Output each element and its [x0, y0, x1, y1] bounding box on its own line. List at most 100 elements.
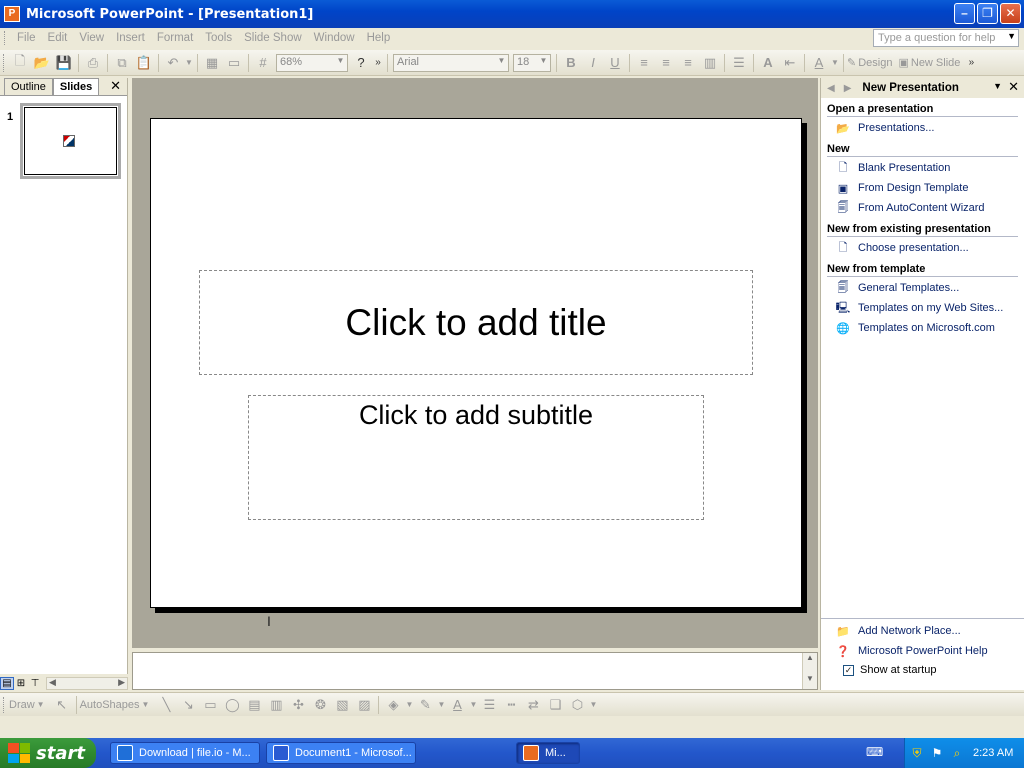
menu-format[interactable]: Format — [151, 32, 199, 44]
oval-icon[interactable]: ◯ — [221, 695, 243, 715]
open-folder-icon[interactable]: 📂 — [31, 52, 53, 74]
fill-color-icon[interactable]: ◈ — [382, 695, 404, 715]
slide-show-view-icon[interactable]: ⊤ — [28, 677, 42, 690]
draw-menu-button[interactable]: Draw ▼ — [9, 699, 45, 711]
taskbar-button-word[interactable]: Document1 - Microsof... — [266, 742, 416, 764]
toolbar-grip[interactable] — [3, 53, 6, 72]
powerpoint-app-icon[interactable]: P — [4, 6, 20, 22]
undo-dropdown-icon[interactable]: ▼ — [184, 52, 194, 74]
show-at-startup-checkbox[interactable]: ✓ Show at startup — [843, 661, 1024, 679]
menu-slide-show[interactable]: Slide Show — [238, 32, 308, 44]
help-dropdown-icon[interactable]: ▼ — [1007, 31, 1016, 41]
title-placeholder[interactable]: Click to add title — [199, 270, 753, 375]
3d-style-icon[interactable]: ⬡ — [566, 695, 588, 715]
wordart-icon[interactable]: ▥ — [265, 695, 287, 715]
underline-icon[interactable]: U — [604, 52, 626, 74]
restore-button[interactable]: ❐ — [977, 3, 998, 24]
search-icon[interactable]: ⌕ — [949, 745, 965, 761]
font-size-combo[interactable]: 18 ▼ — [513, 53, 551, 72]
zoom-dropdown-icon[interactable]: ▼ — [335, 56, 346, 70]
drawbar-grip[interactable] — [3, 696, 6, 713]
start-button[interactable]: start — [0, 738, 96, 768]
link-microsoft-templates[interactable]: 🌐 Templates on Microsoft.com — [835, 318, 1024, 338]
security-shield-icon[interactable]: ⛨ — [909, 745, 925, 761]
select-pointer-icon[interactable]: ↖ — [51, 695, 73, 715]
font-dropdown-icon[interactable]: ▼ — [496, 56, 507, 70]
slide-canvas[interactable]: Click to add title Click to add subtitle — [150, 118, 802, 608]
arrow-icon[interactable]: ↘ — [177, 695, 199, 715]
taskbar-button-browser[interactable]: Download | file.io - M... — [110, 742, 260, 764]
font-color-draw-icon[interactable]: A — [446, 695, 468, 715]
tab-slides[interactable]: Slides — [52, 78, 100, 95]
copy-icon[interactable]: ⧉ — [111, 52, 133, 74]
line-icon[interactable]: ╲ — [155, 695, 177, 715]
rectangle-icon[interactable]: ▭ — [199, 695, 221, 715]
slide-thumbnail[interactable] — [20, 103, 121, 179]
link-choose-presentation[interactable]: 🗋 Choose presentation... — [835, 238, 1024, 258]
new-slide-button[interactable]: ▣ New Slide — [898, 56, 960, 70]
diagram-icon[interactable]: ✣ — [287, 695, 309, 715]
task-pane-close-icon[interactable]: ✕ — [1008, 79, 1019, 95]
forward-arrow-icon[interactable]: ▶ — [844, 83, 852, 94]
link-design-template[interactable]: ▣ From Design Template — [835, 178, 1024, 198]
normal-view-icon[interactable]: ▤ — [0, 676, 14, 690]
insert-picture-icon[interactable]: ▧ — [331, 695, 353, 715]
menu-insert[interactable]: Insert — [110, 32, 151, 44]
menu-edit[interactable]: Edit — [42, 32, 74, 44]
drawbar-overflow-icon[interactable]: ▼ — [588, 695, 598, 715]
print-icon[interactable]: ⎙ — [82, 52, 104, 74]
tab-outline[interactable]: Outline — [4, 78, 53, 95]
align-right-icon[interactable]: ≡ — [677, 52, 699, 74]
scroll-left-icon[interactable]: ◀ — [49, 677, 56, 688]
keyboard-icon[interactable]: ⌨ — [866, 745, 883, 761]
insert-table-icon[interactable]: ▭ — [223, 52, 245, 74]
font-color-icon[interactable]: A — [808, 52, 830, 74]
menu-grip[interactable] — [4, 31, 7, 45]
help-question-input[interactable]: Type a question for help ▼ — [873, 29, 1019, 47]
checkbox-box[interactable]: ✓ — [843, 664, 854, 676]
line-style-icon[interactable]: ☰ — [478, 695, 500, 715]
zoom-combo[interactable]: 68% ▼ — [276, 53, 348, 72]
back-arrow-icon[interactable]: ◀ — [827, 83, 835, 94]
paste-icon[interactable]: 📋 — [133, 52, 155, 74]
grid-icon[interactable]: # — [252, 52, 274, 74]
toolbar-overflow-icon[interactable]: » — [372, 52, 384, 74]
minimize-button[interactable]: – — [954, 3, 975, 24]
font-size-dropdown-icon[interactable]: ▼ — [538, 56, 549, 70]
increase-font-icon[interactable]: A — [757, 52, 779, 74]
link-blank-presentation[interactable]: 🗋 Blank Presentation — [835, 158, 1024, 178]
arrow-style-icon[interactable]: ⇄ — [522, 695, 544, 715]
shadow-style-icon[interactable]: ❑ — [544, 695, 566, 715]
font-color-draw-dropdown-icon[interactable]: ▼ — [468, 695, 478, 715]
menu-file[interactable]: File — [11, 32, 42, 44]
link-general-templates[interactable]: 🗐 General Templates... — [835, 278, 1024, 298]
line-color-icon[interactable]: ✎ — [414, 695, 436, 715]
toolbar-overflow-right-icon[interactable]: » — [966, 52, 976, 74]
indent-icon[interactable]: ⇤ — [779, 52, 801, 74]
scroll-up-icon[interactable]: ▲ — [803, 653, 817, 662]
line-color-dropdown-icon[interactable]: ▼ — [436, 695, 446, 715]
slide-sorter-view-icon[interactable]: ⊞ — [14, 677, 28, 690]
link-powerpoint-help[interactable]: ❓ Microsoft PowerPoint Help — [835, 641, 1024, 661]
menu-view[interactable]: View — [73, 32, 110, 44]
slides-pane-horizontal-scrollbar[interactable]: ◀ ▶ — [46, 676, 128, 690]
font-combo[interactable]: Arial ▼ — [393, 53, 509, 72]
columns-icon[interactable]: ▥ — [699, 52, 721, 74]
image-icon[interactable]: ▨ — [353, 695, 375, 715]
menu-help[interactable]: Help — [361, 32, 397, 44]
help-icon[interactable]: ? — [350, 52, 372, 74]
bullets-icon[interactable]: ☰ — [728, 52, 750, 74]
link-presentations[interactable]: 📂 Presentations... — [835, 118, 1024, 138]
notes-vertical-scrollbar[interactable]: ▲ ▼ — [802, 653, 817, 689]
text-box-icon[interactable]: ▤ — [243, 695, 265, 715]
subtitle-placeholder[interactable]: Click to add subtitle — [248, 395, 704, 520]
scroll-down-icon[interactable]: ▼ — [803, 674, 817, 683]
bold-icon[interactable]: B — [560, 52, 582, 74]
link-add-network-place[interactable]: 📁 Add Network Place... — [835, 621, 1024, 641]
close-button[interactable]: ✕ — [1000, 3, 1021, 24]
menu-tools[interactable]: Tools — [199, 32, 238, 44]
task-pane-dropdown-icon[interactable]: ▼ — [993, 81, 1002, 91]
autoshapes-menu-button[interactable]: AutoShapes ▼ — [80, 699, 150, 711]
slides-pane-close-icon[interactable]: ✕ — [110, 78, 121, 94]
save-icon[interactable]: 💾 — [53, 52, 75, 74]
